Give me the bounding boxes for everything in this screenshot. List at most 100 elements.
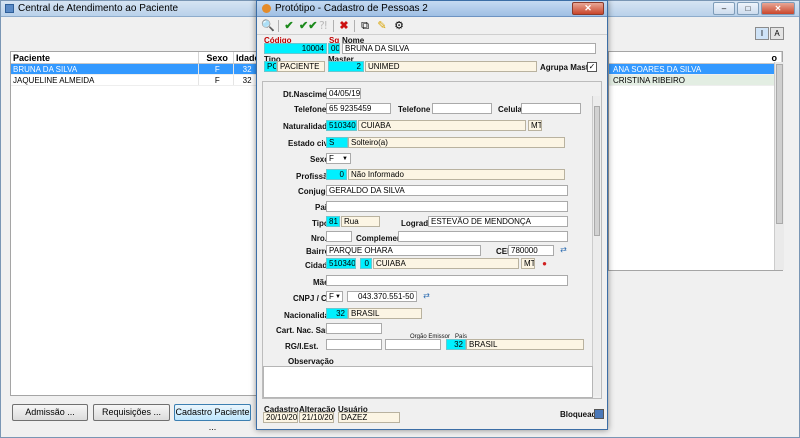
dialog-close-button[interactable]: ✕: [572, 2, 604, 15]
scrollbar-thumb[interactable]: [594, 106, 600, 236]
details-scrollbar[interactable]: [592, 96, 600, 396]
estado-civil-desc-field: Solteiro(a): [348, 137, 565, 148]
copy-icon[interactable]: ⧉: [358, 19, 372, 33]
telefone1-field[interactable]: 65 9235459: [326, 103, 391, 114]
map-pin-icon[interactable]: ●: [539, 258, 550, 269]
usuario-field: DAZEZ: [338, 412, 400, 423]
nro-field[interactable]: [326, 231, 352, 242]
insert-icon[interactable]: ⁈: [316, 19, 330, 33]
table-row[interactable]: CRISTINA RIBEIRO: [609, 75, 782, 86]
professional-grid: o ANA SOARES DA SILVA CRISTINA RIBEIRO: [608, 51, 783, 271]
rg-label: RG/I.Est.: [285, 342, 319, 351]
bloqueado-checkbox[interactable]: [594, 409, 604, 419]
settings-icon[interactable]: ⚙: [392, 19, 406, 33]
minimize-button[interactable]: –: [713, 2, 735, 15]
profissao-desc-field: Não Informado: [348, 169, 565, 180]
cidade-name-field: CUIABA: [373, 258, 519, 269]
patient-grid: Paciente Sexo Idade BRUNA DA SILVA F 32 …: [10, 51, 260, 396]
table-row[interactable]: BRUNA DA SILVA F 32: [11, 64, 259, 75]
rg-field[interactable]: [326, 339, 382, 350]
toolbar-separator: [278, 19, 279, 32]
codigo-field[interactable]: 10004: [264, 43, 327, 54]
cadastro-paciente-button[interactable]: Cadastro Paciente ...: [174, 404, 251, 432]
col-sexo[interactable]: Sexo: [199, 52, 234, 63]
cep-field[interactable]: 780000: [508, 245, 554, 256]
agrupa-master-checkbox[interactable]: ✓: [587, 62, 597, 72]
cnpj-tipo-value: F: [329, 292, 334, 301]
scrollbar-thumb[interactable]: [776, 64, 783, 224]
sexo-value: F: [329, 154, 334, 163]
observacao-textarea[interactable]: [263, 366, 593, 398]
cpf-lookup-icon[interactable]: ⇄: [421, 290, 432, 301]
tipo-code-field[interactable]: PC: [264, 61, 277, 72]
folder-icon[interactable]: ✎: [375, 19, 389, 33]
orgao-emissor-field[interactable]: [385, 339, 441, 350]
telefone2-field[interactable]: [432, 103, 492, 114]
cell-sexo: F: [199, 64, 235, 74]
close-button[interactable]: ✕: [761, 2, 795, 15]
tipo-desc-field: PACIENTE: [277, 61, 325, 72]
alteracao-date-field: 21/10/2015: [299, 412, 334, 423]
toolbar-separator: [354, 19, 355, 32]
conjuge-field[interactable]: GERALDO DA SILVA: [326, 185, 568, 196]
master-code-field[interactable]: 2: [328, 61, 364, 72]
table-row[interactable]: JAQUELINE ALMEIDA F 32: [11, 75, 259, 86]
admissao-button[interactable]: Admissão ...: [12, 404, 88, 421]
pais-code-field[interactable]: 32: [446, 339, 466, 350]
tipo-endereco-desc-field: Rua: [341, 216, 380, 227]
confirm-icon[interactable]: ✔: [282, 19, 296, 33]
requisicoes-button[interactable]: Requisições ...: [93, 404, 170, 421]
lograd-label: Lograd.: [401, 219, 431, 228]
tipo-endereco-code-field[interactable]: 81: [326, 216, 340, 227]
dialog-title: Protótipo - Cadastro de Pessoas 2: [275, 3, 428, 14]
cidade-uf-field: MT: [521, 258, 535, 269]
bairro-field[interactable]: PARQUE OHARA: [326, 245, 481, 256]
confirm-all-icon[interactable]: ✔✔: [299, 19, 317, 33]
window-controls: – □ ✕: [713, 2, 795, 15]
lograd-field[interactable]: ESTEVÃO DE MENDONÇA: [428, 216, 568, 227]
cart-nac-saude-field[interactable]: [326, 323, 382, 334]
maximize-button[interactable]: □: [737, 2, 759, 15]
main-window-title: Central de Atendimento ao Paciente: [18, 3, 179, 14]
pai-field[interactable]: [326, 201, 568, 212]
professional-grid-header: o: [609, 52, 782, 64]
cadastro-date-field: 20/10/2015: [263, 412, 298, 423]
cnpj-cpf-field[interactable]: 043.370.551-50: [347, 291, 417, 302]
cell-paciente: JAQUELINE ALMEIDA: [11, 75, 200, 85]
naturalidade-code-field[interactable]: 5103403: [326, 120, 357, 131]
cep-lookup-icon[interactable]: ⇄: [558, 244, 569, 255]
table-row[interactable]: ANA SOARES DA SILVA: [609, 64, 782, 75]
col-profissional[interactable]: o: [609, 52, 782, 63]
naturalidade-label: Naturalidade: [283, 122, 332, 131]
cnpj-tipo-select[interactable]: F ▼: [326, 291, 343, 302]
dialog-toolbar: 🔍 ✔ ✔✔ ⁈ ✖ ⧉ ✎ ⚙: [257, 17, 607, 35]
sexo-select[interactable]: F ▼: [326, 153, 351, 164]
profissao-code-field[interactable]: 0: [326, 169, 347, 180]
celular-field[interactable]: [521, 103, 581, 114]
observacao-label: Observação: [288, 357, 334, 366]
cidade-code-field[interactable]: 5103403: [326, 258, 356, 269]
right-grid-scrollbar[interactable]: [774, 62, 784, 270]
cell-profissional: ANA SOARES DA SILVA: [609, 64, 782, 74]
toggle-a-button[interactable]: A: [770, 27, 784, 40]
app-icon: [5, 4, 14, 13]
estado-civil-code-field[interactable]: S: [326, 137, 348, 148]
col-paciente[interactable]: Paciente: [11, 52, 200, 63]
complemento-field[interactable]: [398, 231, 568, 242]
search-icon[interactable]: 🔍: [261, 19, 275, 33]
master-desc-field: UNIMED: [365, 61, 537, 72]
dt-nascimento-field[interactable]: 04/05/1984: [326, 88, 361, 99]
cidade-sq-field[interactable]: 0: [360, 258, 372, 269]
toolbar-separator: [333, 19, 334, 32]
chevron-down-icon: ▼: [335, 294, 341, 300]
patient-grid-header: Paciente Sexo Idade: [11, 52, 260, 64]
nome-field[interactable]: BRUNA DA SILVA: [342, 43, 596, 54]
cancel-icon[interactable]: ✖: [337, 19, 351, 33]
sq-field[interactable]: 00: [328, 43, 340, 54]
nacionalidade-code-field[interactable]: 32: [326, 308, 348, 319]
mae-field[interactable]: [326, 275, 568, 286]
cell-sexo: F: [199, 75, 235, 85]
toggle-i-button[interactable]: I: [755, 27, 769, 40]
dialog-app-icon: [262, 4, 271, 13]
chevron-down-icon: ▼: [342, 156, 348, 162]
